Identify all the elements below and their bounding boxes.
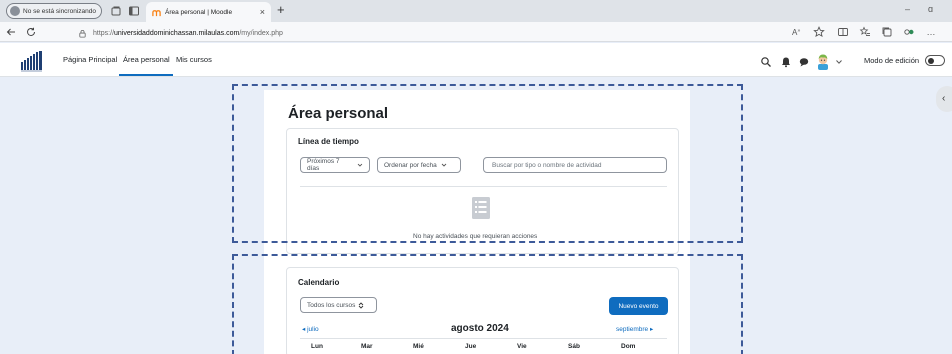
edit-mode-toggle[interactable]	[925, 55, 945, 66]
messages-icon[interactable]	[798, 56, 810, 68]
nav-link-my-courses[interactable]: Mis cursos	[176, 55, 212, 64]
extensions-icon[interactable]	[903, 26, 915, 38]
browser-tab-active[interactable]: Área personal | Moodle ×	[146, 2, 271, 22]
user-avatar[interactable]	[815, 52, 831, 70]
restore-button[interactable]: ɑ	[928, 4, 933, 14]
search-icon[interactable]	[760, 56, 772, 68]
favorites-icon[interactable]	[859, 26, 871, 38]
address-bar[interactable]: https://universidaddominichassan.milaula…	[78, 27, 283, 39]
split-screen-icon[interactable]	[837, 26, 849, 38]
tab-actions-icon[interactable]	[128, 5, 140, 17]
favorite-star-icon[interactable]	[813, 26, 825, 38]
timeline-highlight-box	[232, 84, 743, 243]
url-prefix: https://	[93, 29, 115, 37]
url-path: /my/index.php	[239, 29, 283, 37]
drawer-toggle-button[interactable]: ‹	[936, 86, 952, 112]
avatar-icon	[10, 6, 20, 16]
tab-close-icon[interactable]: ×	[260, 7, 265, 17]
user-menu-chevron-down-icon[interactable]	[835, 58, 843, 66]
notifications-bell-icon[interactable]	[780, 56, 792, 68]
active-nav-indicator	[119, 74, 173, 76]
refresh-icon[interactable]	[24, 25, 38, 39]
edit-mode-label: Modo de edición	[864, 56, 920, 65]
collections-icon[interactable]	[110, 5, 122, 17]
calendar-highlight-box	[232, 254, 743, 354]
tab-title: Área personal | Moodle	[165, 8, 233, 16]
new-tab-button[interactable]: +	[277, 3, 285, 17]
profile-button[interactable]: No se está sincronizando	[6, 3, 102, 19]
read-aloud-icon[interactable]: A»	[791, 26, 803, 38]
profile-label: No se está sincronizando	[23, 7, 96, 15]
url-host: universidaddominichassan.milaulas.com	[114, 29, 240, 37]
site-logo[interactable]	[20, 50, 44, 72]
collections-toolbar-icon[interactable]	[881, 26, 893, 38]
more-menu-icon[interactable]: …	[925, 26, 937, 38]
moodle-favicon-icon	[152, 9, 161, 16]
back-icon[interactable]	[4, 25, 18, 39]
svg-text:»: »	[798, 28, 801, 34]
minimize-button[interactable]: –	[905, 4, 910, 14]
nav-link-dashboard[interactable]: Área personal	[123, 55, 170, 64]
lock-icon	[79, 29, 86, 38]
browser-tab-strip	[0, 0, 952, 22]
nav-link-home[interactable]: Página Principal	[63, 55, 117, 64]
